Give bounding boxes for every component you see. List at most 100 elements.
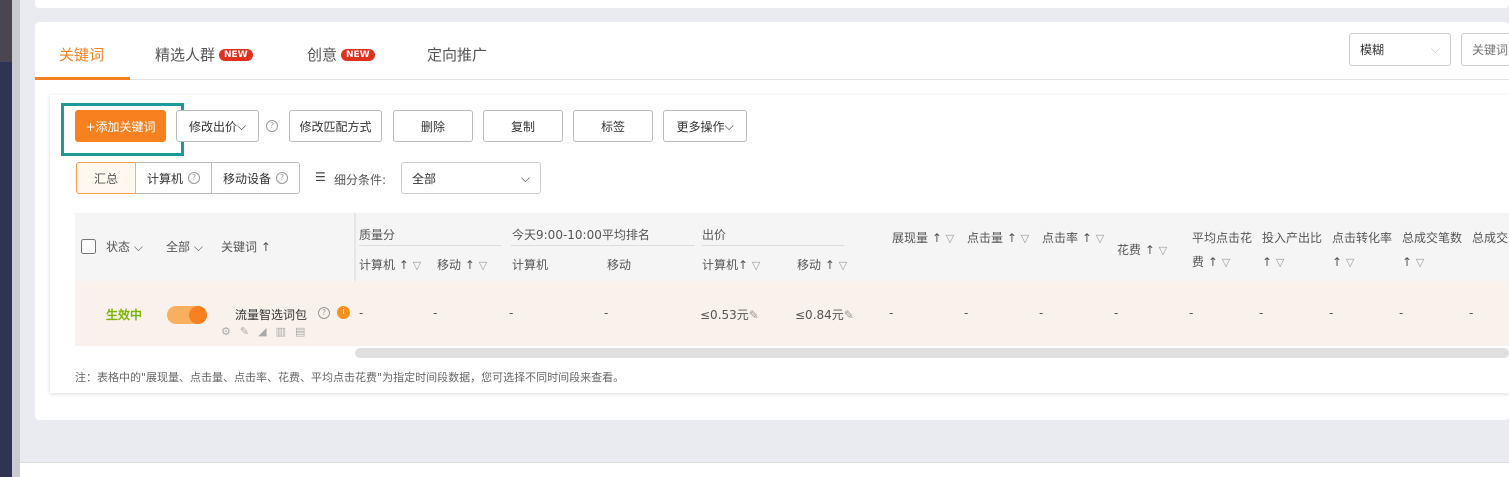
bid-value: ≤0.84元 <box>795 308 844 322</box>
new-badge: NEW <box>219 48 253 61</box>
filter-icon[interactable]: ▽ <box>1096 232 1104 245</box>
divider <box>511 245 695 246</box>
help-icon[interactable]: ? <box>318 307 330 319</box>
keyword-search-input[interactable] <box>1461 33 1509 66</box>
divider <box>702 245 844 246</box>
table-note: 注：表格中的"展现量、点击量、点击率、花费、平均点击花费"为指定时间段数据，您可… <box>75 371 625 384</box>
tab-label: 精选人群 <box>155 46 216 64</box>
all-filter[interactable]: 全部 ⌵ <box>166 238 203 255</box>
highlight-box <box>61 103 184 156</box>
footer-band <box>20 462 1509 477</box>
new-badge: NEW <box>341 48 375 61</box>
metric-header[interactable]: 总成交 ↑ ▽ <box>1472 226 1509 251</box>
tab-divider <box>35 79 1509 80</box>
bid-mobile-sort[interactable]: 移动 ↑ ▽ <box>797 256 847 273</box>
filter-icon[interactable]: ▽ <box>946 232 954 245</box>
metric-cell: - <box>1114 306 1119 320</box>
filter-icon[interactable]: ▽ <box>1276 256 1284 269</box>
help-icon[interactable]: ? <box>266 120 278 132</box>
trend-chart-icon[interactable]: ◢ <box>258 325 275 338</box>
bid-group-header: 出价 <box>702 228 727 242</box>
filter-icon[interactable]: ▽ <box>752 259 760 272</box>
wrench-icon[interactable]: ✎ <box>240 325 258 338</box>
metric-header[interactable]: 花费 ↑ ▽ <box>1117 238 1183 263</box>
metric-header[interactable]: 投入产出比 ↑ ▽ <box>1262 226 1328 275</box>
bar-chart-icon[interactable]: ▥ <box>276 325 295 338</box>
header-label: 计算机 <box>359 258 396 272</box>
header-label: 点击率 <box>1042 231 1079 245</box>
sidebar-scrollbar[interactable] <box>12 0 20 477</box>
filter-icon[interactable]: ▽ <box>1021 232 1029 245</box>
segment-summary[interactable]: 汇总 <box>76 162 136 194</box>
header-label: 状态 <box>106 240 131 254</box>
select-all-checkbox[interactable] <box>81 239 96 254</box>
edit-match-button[interactable]: 修改匹配方式 <box>289 110 382 142</box>
header-label: 展现量 <box>892 231 929 245</box>
info-icon[interactable]: i <box>337 306 350 319</box>
metric-header[interactable]: 点击转化率 ↑ ▽ <box>1332 226 1398 275</box>
rank-mobile-header: 移动 <box>607 258 632 272</box>
top-card <box>35 0 1509 8</box>
quality-pc-cell: - <box>359 306 364 320</box>
horizontal-scrollbar[interactable] <box>355 348 1509 358</box>
tab-label: 创意 <box>307 46 338 64</box>
pencil-icon[interactable]: ✎ <box>749 308 759 322</box>
segment-label: 移动设备 <box>222 171 271 186</box>
table-header: 状态 ⌵ 全部 ⌵ 关键词 ↑ 质量分 今天9:00-10:00平均排名 出价 … <box>75 213 1509 281</box>
bid-pc-cell[interactable]: ≤0.53元✎ <box>700 306 759 323</box>
copy-button[interactable]: 复制 <box>483 110 563 142</box>
metric-cell: - <box>1329 306 1334 320</box>
edit-bid-button[interactable]: 修改出价 ⌵ <box>176 110 259 142</box>
gear-icon[interactable]: ⚙ <box>221 325 240 338</box>
metric-header[interactable]: 点击率 ↑ ▽ <box>1042 226 1108 251</box>
status-filter[interactable]: 状态 ⌵ <box>106 238 143 255</box>
metric-header[interactable]: 点击量 ↑ ▽ <box>967 226 1033 251</box>
tab-audience[interactable]: 精选人群 NEW <box>155 44 253 65</box>
filter-label: 细分条件: <box>334 173 387 187</box>
filter-icon[interactable]: ▽ <box>1346 256 1354 269</box>
metric-header[interactable]: 展现量 ↑ ▽ <box>892 226 958 251</box>
tab-targeting[interactable]: 定向推广 <box>427 44 487 65</box>
filter-icon[interactable]: ▽ <box>1159 244 1167 257</box>
quality-mobile-sort[interactable]: 移动 ↑ ▽ <box>437 256 487 273</box>
metric-cell: - <box>964 306 969 320</box>
filter-icon[interactable]: ▽ <box>839 259 847 272</box>
bid-mobile-cell[interactable]: ≤0.84元✎ <box>795 306 854 323</box>
clipboard-icon[interactable]: ▤ <box>295 325 314 338</box>
header-label: 移动 <box>437 258 462 272</box>
tab-keywords[interactable]: 关键词 <box>59 44 104 65</box>
tab-creative[interactable]: 创意 NEW <box>307 44 375 65</box>
sidebar <box>0 0 12 477</box>
filter-icon[interactable]: ▽ <box>1416 256 1424 269</box>
tab-label: 定向推广 <box>427 46 488 64</box>
segment-mobile[interactable]: 移动设备? <box>211 162 300 194</box>
help-icon[interactable]: ? <box>188 172 200 184</box>
match-mode-select[interactable]: 模糊 ⌵ <box>1349 33 1451 66</box>
filter-icon[interactable]: ▽ <box>479 259 487 272</box>
filter-icon[interactable]: ▽ <box>413 259 421 272</box>
help-icon[interactable]: ? <box>276 172 288 184</box>
chevron-down-icon: ⌵ <box>1430 42 1440 56</box>
quality-mobile-cell: - <box>433 306 438 320</box>
filter-icon[interactable]: ▽ <box>1222 256 1230 269</box>
header-label: 点击量 <box>967 231 1004 245</box>
bid-pc-sort[interactable]: 计算机↑ ▽ <box>702 256 760 273</box>
rank-pc-cell: - <box>509 306 514 320</box>
chevron-down-icon: ⌵ <box>236 118 247 133</box>
more-actions-button[interactable]: 更多操作 ⌵ <box>663 110 747 142</box>
segment-label: 计算机 <box>146 171 183 186</box>
filter-select[interactable]: 全部 ⌵ <box>401 162 541 194</box>
metric-header[interactable]: 平均点击花费 ↑ ▽ <box>1192 226 1258 275</box>
status-badge: 生效中 <box>106 308 143 322</box>
metric-header[interactable]: 总成交笔数 ↑ ▽ <box>1402 226 1468 275</box>
keyword-sort[interactable]: 关键词 ↑ <box>221 238 271 255</box>
delete-button[interactable]: 删除 <box>393 110 473 142</box>
status-toggle[interactable] <box>167 306 207 324</box>
tag-button[interactable]: 标签 <box>573 110 653 142</box>
list-icon: ☰ <box>315 170 326 184</box>
metric-cell: - <box>1469 306 1474 320</box>
row-action-icons[interactable]: ⚙✎◢▥▤ <box>221 325 314 338</box>
pencil-icon[interactable]: ✎ <box>844 308 854 322</box>
segment-pc[interactable]: 计算机? <box>135 162 212 194</box>
quality-pc-sort[interactable]: 计算机 ↑ ▽ <box>359 256 421 273</box>
